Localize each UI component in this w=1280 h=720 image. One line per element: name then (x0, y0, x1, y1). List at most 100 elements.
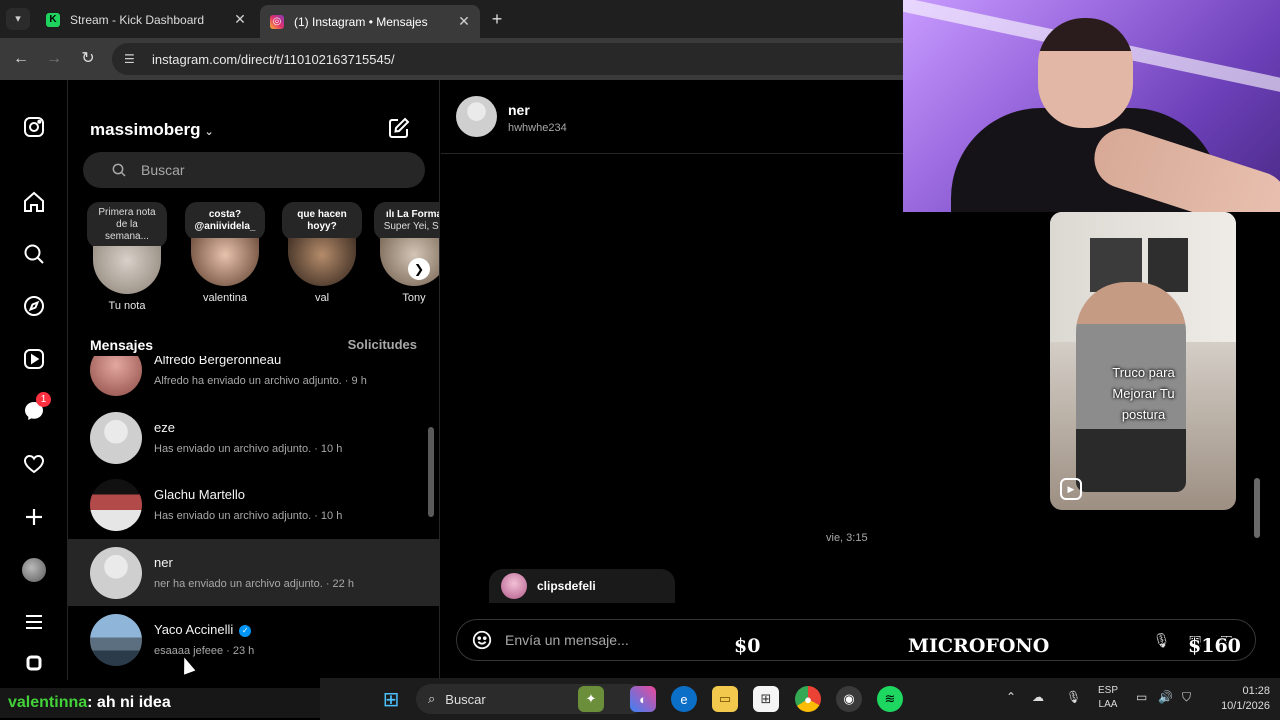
taskbar-search[interactable]: ⌕ Buscar (416, 684, 646, 714)
tab-title: Stream - Kick Dashboard (70, 12, 205, 27)
overlay-left-amount: $0 (734, 635, 761, 657)
avatar (90, 356, 142, 396)
notes-next-chevron-icon[interactable]: ❯ (408, 258, 430, 280)
avatar (93, 246, 161, 294)
explore-compass-icon[interactable] (21, 293, 47, 319)
chat-scrollbar[interactable] (1254, 478, 1260, 538)
thread-name: eze (154, 420, 175, 435)
inbox-scrollbar[interactable] (428, 427, 434, 517)
create-plus-icon[interactable] (21, 504, 47, 530)
store-icon[interactable]: ⊞ (753, 686, 779, 712)
thread-item[interactable]: Alfredo Bergeronneau Alfredo ha enviado u… (68, 356, 439, 403)
url-text: instagram.com/direct/t/110102163715545/ (152, 51, 395, 67)
taskbar: ⊞ ⌕ Buscar ✦ ◐ e ▭ ⊞ ● ◉ ≋ ⌃ ☁ 🎙 ESP LAA … (320, 678, 1280, 720)
overlay-right-amount: $160 (1188, 635, 1241, 657)
file-explorer-icon[interactable]: ▭ (712, 686, 738, 712)
thread-preview: ner ha enviado un archivo adjunto. · 22 … (154, 578, 354, 590)
thread-preview: Alfredo ha enviado un archivo adjunto. ·… (154, 375, 367, 387)
new-tab-plus-icon[interactable]: + (486, 8, 508, 30)
shared-reel[interactable]: Truco para Mejorar Tu postura ▶ (1050, 212, 1236, 510)
new-message-icon[interactable] (387, 116, 411, 140)
message-timestamp: vie, 3:15 (826, 532, 868, 544)
tab-search-chevron-icon[interactable]: ▾ (6, 8, 30, 30)
requests-link[interactable]: Solicitudes (348, 337, 417, 353)
chat-text: : ah ni idea (87, 694, 171, 711)
thread-item[interactable]: Glachu Martello Has enviado un archivo ad… (68, 471, 439, 538)
widgets-icon[interactable]: ✦ (578, 686, 604, 712)
microphone-icon[interactable]: 🎙 (1153, 632, 1171, 649)
reload-icon[interactable]: ↻ (77, 48, 99, 70)
chat-contact-name: ner (508, 102, 530, 118)
tab-instagram-messages[interactable]: ◎ (1) Instagram • Mensajes ✕ (260, 5, 480, 38)
onedrive-cloud-icon[interactable]: ☁ (1032, 690, 1044, 704)
notes-row: Primera nota de la semana... Tu nota cos… (68, 202, 439, 322)
account-name: massimoberg (90, 120, 201, 139)
thread-name: ner (154, 555, 173, 570)
reel-caption: Truco para Mejorar Tu postura (1112, 365, 1175, 422)
copilot-icon[interactable]: ◐ (630, 686, 656, 712)
battery-shield-icon[interactable]: ⛉ (1182, 690, 1191, 705)
search-icon: ⌕ (428, 691, 436, 706)
edge-icon[interactable]: e (671, 686, 697, 712)
message-placeholder: Envía un mensaje... (505, 632, 629, 648)
volume-icon[interactable]: 🔊 (1158, 690, 1173, 704)
notification-badge: 1 (36, 392, 51, 407)
chrome-icon[interactable]: ● (795, 686, 821, 712)
language-indicator[interactable]: ESP LAA (1098, 684, 1118, 712)
forward-arrow-icon[interactable]: → (43, 48, 65, 70)
thread-name: Glachu Martello (154, 487, 246, 502)
network-icon[interactable]: ▭ (1136, 690, 1147, 704)
note-val[interactable]: que hacen hoyy? val (282, 202, 362, 304)
instagram-logo-icon[interactable] (21, 114, 47, 140)
emoji-icon[interactable] (471, 629, 493, 651)
avatar (501, 573, 527, 599)
shared-post-bubble[interactable]: clipsdefeli (489, 569, 675, 603)
site-settings-icon[interactable]: ☰ (124, 52, 140, 66)
nav-rail: 1 (0, 80, 68, 680)
thread-item[interactable]: eze Has enviado un archivo adjunto. · 10 … (68, 404, 439, 471)
note-bubble: costa? @aniividela_ (185, 202, 265, 240)
reels-icon: ▶ (1060, 478, 1082, 500)
search-input[interactable]: Buscar (83, 152, 425, 188)
note-valentina[interactable]: costa? @aniividela_ valentina (185, 202, 265, 304)
tray-overflow-chevron-icon[interactable]: ⌃ (1006, 690, 1016, 704)
account-switcher[interactable]: massimoberg ⌄ (90, 120, 214, 140)
webcam-overlay (903, 0, 1280, 212)
threads-app-icon[interactable] (21, 655, 47, 671)
avatar (90, 546, 142, 599)
instagram-icon: ◎ (270, 14, 284, 29)
note-label: Tu nota (108, 300, 146, 312)
more-menu-icon[interactable] (21, 609, 47, 635)
microphone-tray-icon[interactable]: 🎙 (1066, 690, 1081, 704)
obs-icon[interactable]: ◉ (836, 686, 862, 712)
thread-preview: Has enviado un archivo adjunto. · 10 h (154, 510, 343, 522)
profile-avatar[interactable] (21, 557, 47, 583)
messenger-icon[interactable]: 1 (21, 392, 51, 424)
system-clock[interactable]: 01:28 10/1/2026 (1210, 684, 1270, 714)
home-icon[interactable] (21, 189, 47, 215)
spotify-icon[interactable]: ≋ (877, 686, 903, 712)
note-bubble: que hacen hoyy? (282, 202, 362, 240)
note-own[interactable]: Primera nota de la semana... Tu nota (87, 202, 167, 312)
avatar (90, 411, 142, 464)
thread-item[interactable]: Yaco Accinelli ✓ esaaaa jefeee · 23 h (68, 606, 439, 673)
tab-kick-dashboard[interactable]: K Stream - Kick Dashboard ✕ (36, 5, 256, 34)
tab-close-icon[interactable]: ✕ (456, 13, 472, 30)
tab-close-icon[interactable]: ✕ (232, 11, 248, 28)
reels-icon[interactable] (21, 346, 47, 372)
avatar (191, 238, 259, 286)
kick-icon: K (46, 12, 60, 27)
chat-username: valentinna (8, 694, 88, 711)
thread-item-selected[interactable]: ner ner ha enviado un archivo adjunto. · … (68, 539, 439, 606)
note-bubble: Primera nota de la semana... (87, 202, 167, 248)
note-tony[interactable]: ılı La Forma Super Yei, Sa Tony (374, 202, 439, 304)
back-arrow-icon[interactable]: ← (10, 48, 32, 70)
message-input[interactable]: Envía un mensaje... 🎙 ▣ ◫ (456, 619, 1256, 661)
thread-list: Alfredo Bergeronneau Alfredo ha enviado u… (68, 356, 439, 680)
windows-start-icon[interactable]: ⊞ (378, 686, 404, 712)
verified-badge-icon: ✓ (239, 625, 252, 637)
avatar (90, 478, 142, 531)
chat-contact-username: hwhwhe234 (508, 122, 567, 134)
heart-notifications-icon[interactable] (21, 451, 47, 477)
search-icon[interactable] (21, 241, 47, 267)
